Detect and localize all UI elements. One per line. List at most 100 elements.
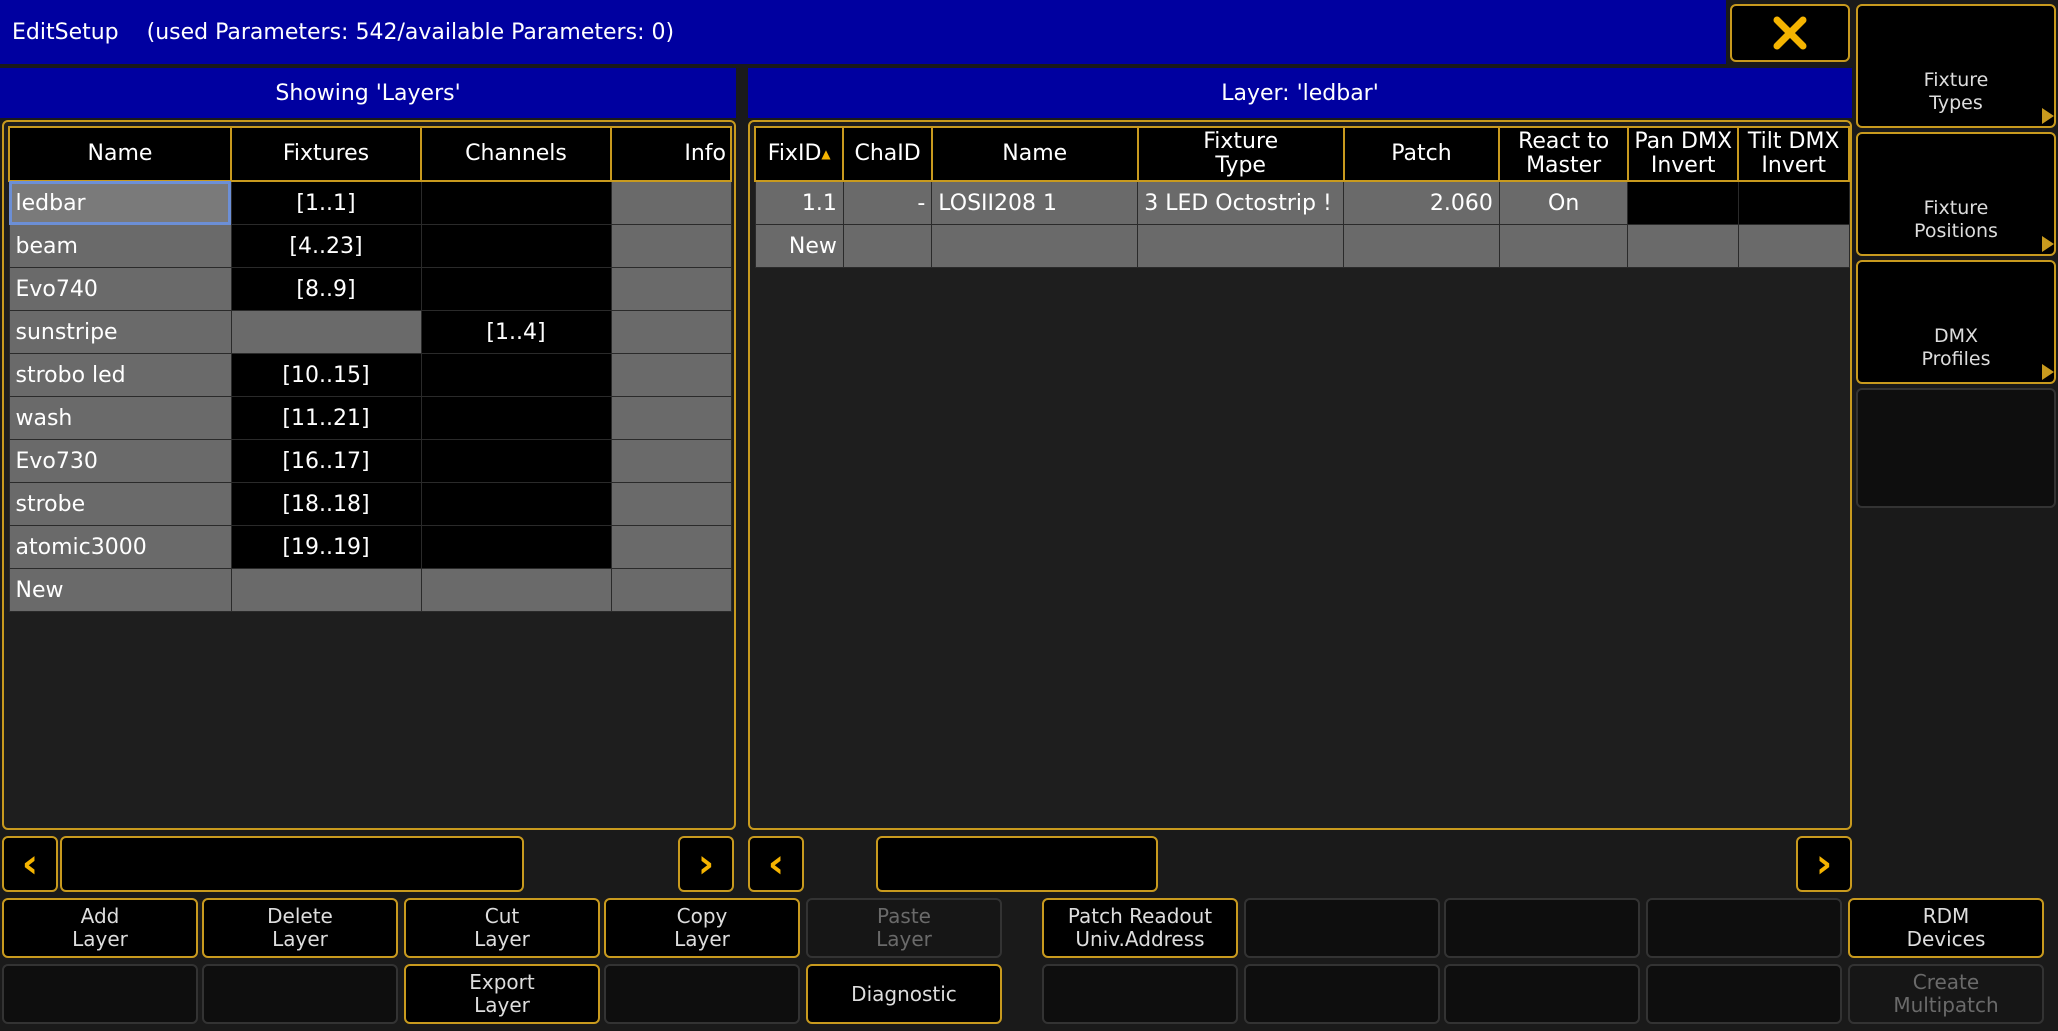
layer-fixtures[interactable]: [18..18] — [230, 482, 422, 526]
fixture-react-to-master[interactable]: On — [1498, 180, 1629, 225]
table-row[interactable]: 1.1 - LOSII208 1 3 LED Octostrip ! 2.060… — [754, 180, 1850, 225]
empty-button[interactable] — [2, 964, 198, 1024]
new-row[interactable]: New — [754, 224, 1850, 268]
layer-info[interactable] — [610, 310, 732, 354]
col-react-to-master[interactable]: React to Master — [1498, 126, 1629, 182]
col-channels[interactable]: Channels — [420, 126, 612, 182]
paste-layer-button[interactable]: Paste Layer — [806, 898, 1002, 958]
layer-channels[interactable] — [420, 224, 612, 268]
new-layer-cell[interactable]: New — [8, 568, 232, 612]
empty-side-button[interactable] — [1856, 388, 2056, 508]
fixture-types-button[interactable]: Fixture Types — [1856, 4, 2056, 128]
layer-fixtures[interactable]: [1..1] — [230, 180, 422, 225]
cut-layer-button[interactable]: Cut Layer — [404, 898, 600, 958]
left-scroll-thumb[interactable] — [60, 836, 524, 892]
table-row[interactable]: sunstripe [1..4] — [8, 310, 732, 354]
col-chaid[interactable]: ChaID — [842, 126, 933, 182]
table-row[interactable]: Evo740 [8..9] — [8, 267, 732, 311]
layer-info[interactable] — [610, 224, 732, 268]
fixture-pan-dmx-invert[interactable] — [1627, 180, 1739, 225]
new-fixture-cell[interactable]: New — [754, 224, 844, 268]
layer-channels[interactable] — [420, 396, 612, 440]
layer-info[interactable] — [610, 267, 732, 311]
export-layer-button[interactable]: Export Layer — [404, 964, 600, 1024]
empty-button[interactable] — [1646, 898, 1842, 958]
layer-fixtures[interactable]: [19..19] — [230, 525, 422, 569]
col-fixtures[interactable]: Fixtures — [230, 126, 422, 182]
col-fixid[interactable]: FixID▲ — [753, 126, 845, 182]
layer-channels[interactable]: [1..4] — [420, 310, 612, 354]
table-row[interactable]: strobo led [10..15] — [8, 353, 732, 397]
fixture-positions-button[interactable]: Fixture Positions — [1856, 132, 2056, 256]
col-name[interactable]: Name — [930, 126, 1139, 182]
empty-button[interactable] — [604, 964, 800, 1024]
layer-channels[interactable] — [420, 439, 612, 483]
layer-info[interactable] — [610, 396, 732, 440]
table-row[interactable]: atomic3000 [19..19] — [8, 525, 732, 569]
close-button[interactable] — [1730, 4, 1850, 62]
layer-info[interactable] — [610, 525, 732, 569]
table-row[interactable]: wash [11..21] — [8, 396, 732, 440]
empty-button[interactable] — [1042, 964, 1238, 1024]
table-row[interactable]: strobe [18..18] — [8, 482, 732, 526]
layer-name[interactable]: Evo740 — [8, 267, 232, 311]
diagnostic-button[interactable]: Diagnostic — [806, 964, 1002, 1024]
copy-layer-button[interactable]: Copy Layer — [604, 898, 800, 958]
rdm-devices-button[interactable]: RDM Devices — [1848, 898, 2044, 958]
layer-fixtures[interactable]: [8..9] — [230, 267, 422, 311]
layer-fixtures[interactable]: [11..21] — [230, 396, 422, 440]
fixture-tilt-dmx-invert[interactable] — [1737, 180, 1850, 225]
empty-button[interactable] — [1244, 898, 1440, 958]
col-tilt-dmx-invert[interactable]: Tilt DMX Invert — [1737, 126, 1850, 182]
fixture-chaid[interactable]: - — [842, 180, 933, 225]
fixture-patch[interactable]: 2.060 — [1343, 180, 1500, 225]
layer-fixtures[interactable]: [16..17] — [230, 439, 422, 483]
right-scroll-thumb[interactable] — [876, 836, 1158, 892]
empty-button[interactable] — [1244, 964, 1440, 1024]
layer-name[interactable]: strobe — [8, 482, 232, 526]
layer-channels[interactable] — [420, 180, 612, 225]
layer-name[interactable]: strobo led — [8, 353, 232, 397]
layer-name[interactable]: wash — [8, 396, 232, 440]
patch-readout-button[interactable]: Patch Readout Univ.Address — [1042, 898, 1238, 958]
layer-channels[interactable] — [420, 482, 612, 526]
layer-info[interactable] — [610, 180, 732, 225]
fixture-type[interactable]: 3 LED Octostrip ! — [1137, 180, 1345, 225]
table-row[interactable]: beam [4..23] — [8, 224, 732, 268]
layer-channels[interactable] — [420, 353, 612, 397]
table-row[interactable]: ledbar [1..1] — [8, 180, 732, 225]
left-scroll-left-button[interactable]: ‹ — [2, 836, 58, 892]
layer-channels[interactable] — [420, 525, 612, 569]
fixture-fixid[interactable]: 1.1 — [754, 180, 844, 225]
col-pan-dmx-invert[interactable]: Pan DMX Invert — [1626, 126, 1740, 182]
right-scroll-left-button[interactable]: ‹ — [748, 836, 804, 892]
col-info[interactable]: Info — [610, 126, 732, 182]
right-scroll-right-button[interactable]: › — [1796, 836, 1852, 892]
layer-name[interactable]: Evo730 — [8, 439, 232, 483]
new-row[interactable]: New — [8, 568, 732, 612]
layer-fixtures[interactable]: [4..23] — [230, 224, 422, 268]
layer-info[interactable] — [610, 439, 732, 483]
layer-fixtures[interactable]: [10..15] — [230, 353, 422, 397]
layer-info[interactable] — [610, 482, 732, 526]
col-name[interactable]: Name — [8, 126, 232, 182]
layer-name[interactable]: sunstripe — [8, 310, 232, 354]
fixture-name[interactable]: LOSII208 1 — [931, 180, 1139, 225]
empty-button[interactable] — [1646, 964, 1842, 1024]
col-fixture-type[interactable]: Fixture Type — [1136, 126, 1345, 182]
left-scroll-right-button[interactable]: › — [678, 836, 734, 892]
empty-button[interactable] — [202, 964, 398, 1024]
delete-layer-button[interactable]: Delete Layer — [202, 898, 398, 958]
layer-fixtures[interactable] — [230, 310, 422, 354]
layer-name[interactable]: atomic3000 — [8, 525, 232, 569]
add-layer-button[interactable]: Add Layer — [2, 898, 198, 958]
create-multipatch-button[interactable]: Create Multipatch — [1848, 964, 2044, 1024]
dmx-profiles-button[interactable]: DMX Profiles — [1856, 260, 2056, 384]
layer-name[interactable]: beam — [8, 224, 232, 268]
empty-button[interactable] — [1444, 898, 1640, 958]
layer-name[interactable]: ledbar — [8, 180, 232, 225]
layer-info[interactable] — [610, 353, 732, 397]
layer-channels[interactable] — [420, 267, 612, 311]
table-row[interactable]: Evo730 [16..17] — [8, 439, 732, 483]
empty-button[interactable] — [1444, 964, 1640, 1024]
